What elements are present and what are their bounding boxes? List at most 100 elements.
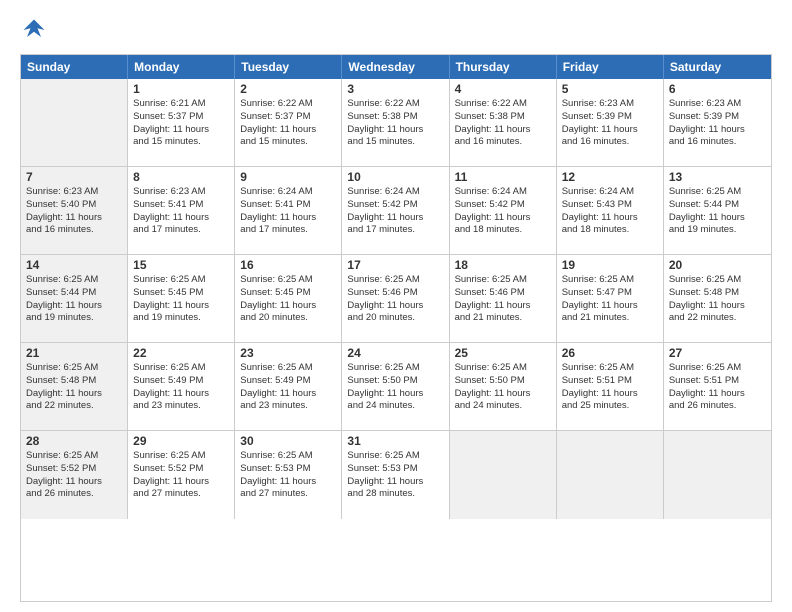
cell-info: Sunrise: 6:23 AM Sunset: 5:41 PM Dayligh… <box>133 186 229 237</box>
cell-info: Sunrise: 6:25 AM Sunset: 5:47 PM Dayligh… <box>562 274 658 325</box>
calendar-cell: 8 Sunrise: 6:23 AM Sunset: 5:41 PM Daylig… <box>128 167 235 254</box>
calendar-cell: 17 Sunrise: 6:25 AM Sunset: 5:46 PM Dayli… <box>342 255 449 342</box>
cell-info: Sunrise: 6:25 AM Sunset: 5:44 PM Dayligh… <box>26 274 122 325</box>
cell-info: Sunrise: 6:21 AM Sunset: 5:37 PM Dayligh… <box>133 98 229 149</box>
calendar-cell: 1 Sunrise: 6:21 AM Sunset: 5:37 PM Daylig… <box>128 79 235 166</box>
cell-info: Sunrise: 6:25 AM Sunset: 5:52 PM Dayligh… <box>26 450 122 501</box>
cell-info: Sunrise: 6:22 AM Sunset: 5:37 PM Dayligh… <box>240 98 336 149</box>
calendar: SundayMondayTuesdayWednesdayThursdayFrid… <box>20 54 772 602</box>
calendar-cell: 11Sunrise: 6:24 AM Sunset: 5:42 PM Dayli… <box>450 167 557 254</box>
cell-info: Sunrise: 6:25 AM Sunset: 5:48 PM Dayligh… <box>669 274 766 325</box>
calendar-cell: 3Sunrise: 6:22 AM Sunset: 5:38 PM Daylig… <box>342 79 449 166</box>
calendar-header-cell: Tuesday <box>235 55 342 79</box>
day-number: 22 <box>133 346 229 360</box>
cell-info: Sunrise: 6:23 AM Sunset: 5:39 PM Dayligh… <box>562 98 658 149</box>
calendar-week: 28 Sunrise: 6:25 AM Sunset: 5:52 PM Dayli… <box>21 431 771 519</box>
calendar-cell: 7 Sunrise: 6:23 AM Sunset: 5:40 PM Daylig… <box>21 167 128 254</box>
day-number: 6 <box>669 82 766 96</box>
calendar-cell <box>21 79 128 166</box>
calendar-cell: 15 Sunrise: 6:25 AM Sunset: 5:45 PM Dayli… <box>128 255 235 342</box>
cell-info: Sunrise: 6:25 AM Sunset: 5:52 PM Dayligh… <box>133 450 229 501</box>
day-number: 20 <box>669 258 766 272</box>
day-number: 2 <box>240 82 336 96</box>
calendar-cell <box>664 431 771 519</box>
day-number: 23 <box>240 346 336 360</box>
day-number: 18 <box>455 258 551 272</box>
calendar-cell: 28 Sunrise: 6:25 AM Sunset: 5:52 PM Dayli… <box>21 431 128 519</box>
calendar-cell: 9Sunrise: 6:24 AM Sunset: 5:41 PM Daylig… <box>235 167 342 254</box>
calendar-cell: 10 Sunrise: 6:24 AM Sunset: 5:42 PM Dayli… <box>342 167 449 254</box>
day-number: 25 <box>455 346 551 360</box>
cell-info: Sunrise: 6:23 AM Sunset: 5:40 PM Dayligh… <box>26 186 122 237</box>
calendar-cell: 21 Sunrise: 6:25 AM Sunset: 5:48 PM Dayli… <box>21 343 128 430</box>
logo-icon <box>20 16 48 44</box>
calendar-header-cell: Sunday <box>21 55 128 79</box>
calendar-cell: 12 Sunrise: 6:24 AM Sunset: 5:43 PM Dayli… <box>557 167 664 254</box>
cell-info: Sunrise: 6:25 AM Sunset: 5:48 PM Dayligh… <box>26 362 122 413</box>
page: SundayMondayTuesdayWednesdayThursdayFrid… <box>0 0 792 612</box>
day-number: 27 <box>669 346 766 360</box>
day-number: 29 <box>133 434 229 448</box>
cell-info: Sunrise: 6:22 AM Sunset: 5:38 PM Dayligh… <box>347 98 443 149</box>
cell-info: Sunrise: 6:25 AM Sunset: 5:44 PM Dayligh… <box>669 186 766 237</box>
day-number: 17 <box>347 258 443 272</box>
day-number: 8 <box>133 170 229 184</box>
calendar-cell: 6 Sunrise: 6:23 AM Sunset: 5:39 PM Daylig… <box>664 79 771 166</box>
cell-info: Sunrise: 6:25 AM Sunset: 5:50 PM Dayligh… <box>347 362 443 413</box>
calendar-cell: 14 Sunrise: 6:25 AM Sunset: 5:44 PM Dayli… <box>21 255 128 342</box>
calendar-week: 14 Sunrise: 6:25 AM Sunset: 5:44 PM Dayli… <box>21 255 771 343</box>
day-number: 5 <box>562 82 658 96</box>
calendar-header-cell: Wednesday <box>342 55 449 79</box>
calendar-cell: 5 Sunrise: 6:23 AM Sunset: 5:39 PM Daylig… <box>557 79 664 166</box>
cell-info: Sunrise: 6:24 AM Sunset: 5:42 PM Dayligh… <box>347 186 443 237</box>
cell-info: Sunrise: 6:25 AM Sunset: 5:53 PM Dayligh… <box>240 450 336 501</box>
cell-info: Sunrise: 6:25 AM Sunset: 5:45 PM Dayligh… <box>133 274 229 325</box>
cell-info: Sunrise: 6:25 AM Sunset: 5:50 PM Dayligh… <box>455 362 551 413</box>
calendar-cell: 4 Sunrise: 6:22 AM Sunset: 5:38 PM Daylig… <box>450 79 557 166</box>
calendar-cell: 29 Sunrise: 6:25 AM Sunset: 5:52 PM Dayli… <box>128 431 235 519</box>
calendar-cell: 2 Sunrise: 6:22 AM Sunset: 5:37 PM Daylig… <box>235 79 342 166</box>
calendar-header: SundayMondayTuesdayWednesdayThursdayFrid… <box>21 55 771 79</box>
calendar-header-cell: Saturday <box>664 55 771 79</box>
cell-info: Sunrise: 6:25 AM Sunset: 5:46 PM Dayligh… <box>455 274 551 325</box>
calendar-cell <box>557 431 664 519</box>
cell-info: Sunrise: 6:22 AM Sunset: 5:38 PM Dayligh… <box>455 98 551 149</box>
calendar-cell: 16Sunrise: 6:25 AM Sunset: 5:45 PM Dayli… <box>235 255 342 342</box>
cell-info: Sunrise: 6:25 AM Sunset: 5:53 PM Dayligh… <box>347 450 443 501</box>
day-number: 21 <box>26 346 122 360</box>
day-number: 4 <box>455 82 551 96</box>
day-number: 12 <box>562 170 658 184</box>
day-number: 1 <box>133 82 229 96</box>
cell-info: Sunrise: 6:25 AM Sunset: 5:49 PM Dayligh… <box>133 362 229 413</box>
calendar-cell: 23 Sunrise: 6:25 AM Sunset: 5:49 PM Dayli… <box>235 343 342 430</box>
cell-info: Sunrise: 6:25 AM Sunset: 5:51 PM Dayligh… <box>562 362 658 413</box>
calendar-cell: 30 Sunrise: 6:25 AM Sunset: 5:53 PM Dayli… <box>235 431 342 519</box>
cell-info: Sunrise: 6:25 AM Sunset: 5:49 PM Dayligh… <box>240 362 336 413</box>
cell-info: Sunrise: 6:24 AM Sunset: 5:41 PM Dayligh… <box>240 186 336 237</box>
calendar-cell: 26Sunrise: 6:25 AM Sunset: 5:51 PM Dayli… <box>557 343 664 430</box>
cell-info: Sunrise: 6:25 AM Sunset: 5:51 PM Dayligh… <box>669 362 766 413</box>
calendar-cell: 24Sunrise: 6:25 AM Sunset: 5:50 PM Dayli… <box>342 343 449 430</box>
logo <box>20 16 52 44</box>
cell-info: Sunrise: 6:24 AM Sunset: 5:43 PM Dayligh… <box>562 186 658 237</box>
calendar-body: 1 Sunrise: 6:21 AM Sunset: 5:37 PM Daylig… <box>21 79 771 519</box>
day-number: 7 <box>26 170 122 184</box>
calendar-header-cell: Thursday <box>450 55 557 79</box>
day-number: 14 <box>26 258 122 272</box>
calendar-week: 1 Sunrise: 6:21 AM Sunset: 5:37 PM Daylig… <box>21 79 771 167</box>
header <box>20 16 772 44</box>
calendar-cell: 18 Sunrise: 6:25 AM Sunset: 5:46 PM Dayli… <box>450 255 557 342</box>
day-number: 10 <box>347 170 443 184</box>
day-number: 30 <box>240 434 336 448</box>
cell-info: Sunrise: 6:25 AM Sunset: 5:46 PM Dayligh… <box>347 274 443 325</box>
calendar-cell: 25 Sunrise: 6:25 AM Sunset: 5:50 PM Dayli… <box>450 343 557 430</box>
calendar-cell: 31Sunrise: 6:25 AM Sunset: 5:53 PM Dayli… <box>342 431 449 519</box>
calendar-week: 21 Sunrise: 6:25 AM Sunset: 5:48 PM Dayli… <box>21 343 771 431</box>
calendar-header-cell: Friday <box>557 55 664 79</box>
calendar-cell: 19Sunrise: 6:25 AM Sunset: 5:47 PM Dayli… <box>557 255 664 342</box>
calendar-header-cell: Monday <box>128 55 235 79</box>
cell-info: Sunrise: 6:23 AM Sunset: 5:39 PM Dayligh… <box>669 98 766 149</box>
calendar-cell: 27 Sunrise: 6:25 AM Sunset: 5:51 PM Dayli… <box>664 343 771 430</box>
day-number: 28 <box>26 434 122 448</box>
day-number: 15 <box>133 258 229 272</box>
